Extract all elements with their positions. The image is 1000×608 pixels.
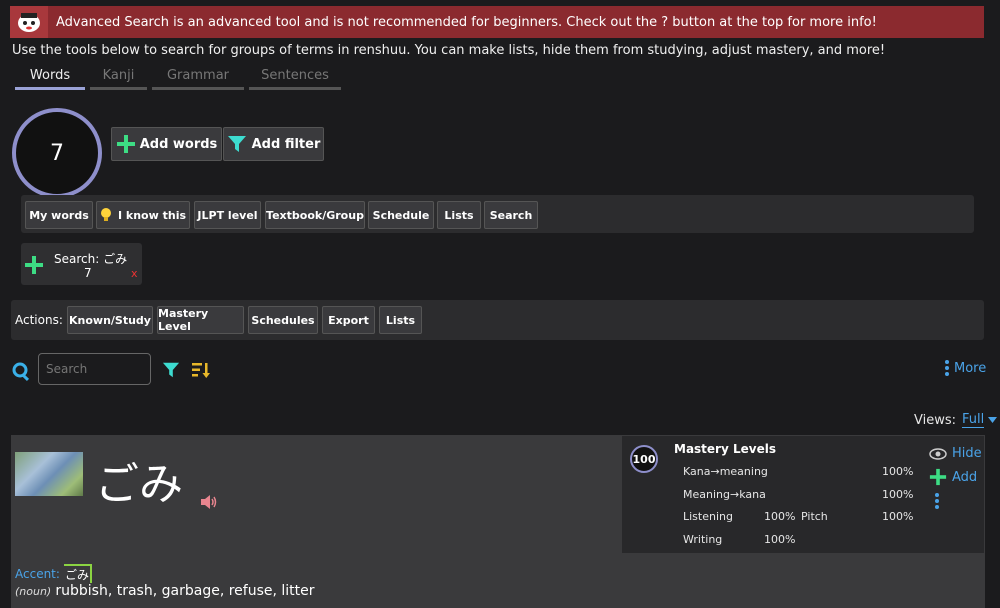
- plus-icon: [929, 468, 947, 486]
- writing-value: 100%: [764, 533, 796, 546]
- eye-icon: [929, 447, 947, 460]
- meaning-text: rubbish, trash, garbage, refuse, litter: [55, 583, 315, 599]
- sort-icon[interactable]: [192, 362, 210, 378]
- kana-meaning-label: Kana→meaning: [683, 465, 768, 478]
- banner-text: Advanced Search is an advanced tool and …: [56, 14, 877, 30]
- search-input[interactable]: [38, 353, 151, 385]
- word-text: ごみ: [95, 459, 183, 510]
- search-icon[interactable]: [12, 362, 32, 382]
- tab-grammar[interactable]: Grammar: [152, 68, 244, 90]
- plus-icon: [116, 135, 135, 153]
- meaning-kana-value: 100%: [882, 488, 914, 501]
- mastery-score: 100: [630, 445, 658, 473]
- accent-value: ごみ: [63, 564, 92, 583]
- actions-label: Actions:: [15, 313, 63, 327]
- filter-i-know-this-label: I know this: [117, 208, 187, 222]
- lightbulb-icon: [100, 208, 111, 221]
- filter-search[interactable]: Search: [484, 201, 538, 229]
- views-value[interactable]: Full: [962, 412, 985, 428]
- filter-i-know-this[interactable]: I know this: [96, 201, 190, 229]
- kana-meaning-value: 100%: [882, 465, 914, 478]
- meaning-kana-label: Meaning→kana: [683, 488, 766, 501]
- hide-label: Hide: [952, 446, 982, 461]
- speaker-icon[interactable]: [200, 494, 218, 510]
- hide-button[interactable]: Hide: [929, 446, 982, 461]
- more-button[interactable]: More: [944, 360, 986, 376]
- more-vertical-icon[interactable]: [934, 493, 940, 509]
- more-label: More: [954, 360, 987, 376]
- add-filter-button[interactable]: Add filter: [223, 127, 324, 161]
- add-words-button[interactable]: Add words: [111, 127, 222, 161]
- action-export[interactable]: Export: [322, 306, 375, 334]
- plus-icon[interactable]: [24, 255, 44, 275]
- filter-my-words[interactable]: My words: [25, 201, 93, 229]
- search-chip-text: Search: ごみ: [54, 250, 127, 267]
- add-words-label: Add words: [139, 136, 218, 152]
- views-label: Views:: [914, 412, 957, 428]
- search-chip-label: Search:: [54, 252, 100, 266]
- pitch-value: 100%: [882, 510, 914, 523]
- action-schedules[interactable]: Schedules: [248, 306, 318, 334]
- writing-label: Writing: [683, 533, 723, 546]
- action-known-study[interactable]: Known/Study: [67, 306, 153, 334]
- filter-icon: [227, 136, 246, 152]
- search-chip-count: 7: [84, 266, 92, 280]
- remove-chip-icon[interactable]: x: [131, 267, 138, 280]
- views-selector: Views: Full: [914, 412, 998, 428]
- part-of-speech: (noun): [15, 585, 52, 598]
- add-label: Add: [952, 469, 978, 485]
- action-mastery-level[interactable]: Mastery Level: [157, 306, 244, 334]
- listening-label: Listening: [683, 510, 733, 523]
- filter-textbook-group[interactable]: Textbook/Group: [265, 201, 365, 229]
- more-vertical-icon: [945, 360, 949, 376]
- add-button[interactable]: Add: [929, 468, 977, 486]
- search-chip-term: ごみ: [103, 252, 128, 266]
- tab-words[interactable]: Words: [15, 68, 85, 90]
- filter-jlpt-level[interactable]: JLPT level: [194, 201, 261, 229]
- pitch-label: Pitch: [801, 510, 828, 523]
- mascot-icon: [10, 6, 48, 38]
- warning-banner: Advanced Search is an advanced tool and …: [10, 6, 984, 38]
- chevron-down-icon[interactable]: [988, 417, 998, 423]
- word-image: [15, 452, 83, 496]
- type-tabs: Words Kanji Grammar Sentences: [15, 68, 341, 90]
- tab-kanji[interactable]: Kanji: [90, 68, 147, 90]
- result-count: 7: [12, 108, 102, 198]
- meaning-row: (noun) rubbish, trash, garbage, refuse, …: [15, 583, 315, 599]
- filter-schedule[interactable]: Schedule: [368, 201, 434, 229]
- add-filter-label: Add filter: [251, 136, 321, 152]
- action-lists[interactable]: Lists: [379, 306, 422, 334]
- mastery-title: Mastery Levels: [674, 442, 776, 456]
- filter-lists[interactable]: Lists: [437, 201, 481, 229]
- listening-value: 100%: [764, 510, 796, 523]
- tab-sentences[interactable]: Sentences: [249, 68, 341, 90]
- intro-text: Use the tools below to search for groups…: [12, 43, 886, 58]
- accent-label: Accent:: [15, 566, 60, 581]
- accent-row: Accent: ごみ: [15, 564, 92, 583]
- filter-icon[interactable]: [162, 361, 180, 379]
